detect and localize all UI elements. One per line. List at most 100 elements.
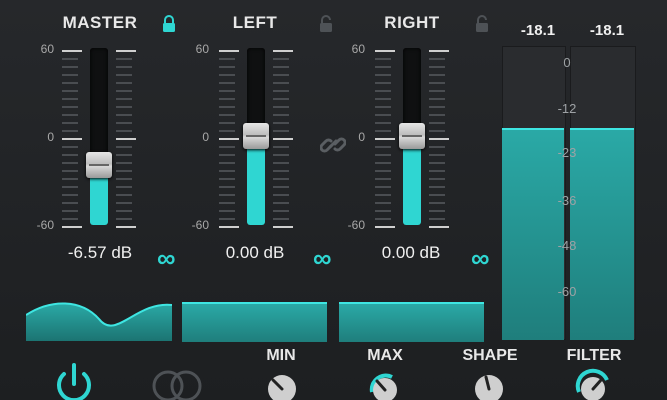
link-icon[interactable]	[320, 133, 346, 157]
minor-tick	[219, 122, 235, 124]
master-fader-strip: 60 0 -60	[30, 40, 170, 235]
minor-tick	[273, 218, 289, 220]
right-curve-panel[interactable]	[339, 302, 484, 342]
minor-tick	[219, 90, 235, 92]
left-title: LEFT	[232, 13, 278, 32]
minor-tick	[273, 106, 289, 108]
minor-tick	[429, 114, 445, 116]
major-tick	[116, 138, 136, 140]
minor-tick	[116, 186, 132, 188]
minor-tick	[116, 194, 132, 196]
lock-open-icon[interactable]	[318, 15, 334, 33]
minor-tick	[429, 98, 445, 100]
minor-tick	[62, 210, 78, 212]
minor-tick	[273, 66, 289, 68]
meter-peak-right: -18.1	[589, 22, 625, 39]
minor-tick	[273, 90, 289, 92]
minor-tick	[219, 66, 235, 68]
minor-tick	[116, 202, 132, 204]
minor-tick	[116, 170, 132, 172]
minor-tick	[219, 210, 235, 212]
minor-tick	[273, 154, 289, 156]
minor-tick	[375, 66, 391, 68]
lock-closed-icon[interactable]	[161, 15, 177, 33]
minor-tick	[375, 114, 391, 116]
minor-tick	[375, 74, 391, 76]
major-tick	[273, 50, 293, 52]
left-infinity-button[interactable]: ∞	[313, 245, 332, 271]
power-icon[interactable]	[50, 362, 98, 400]
major-tick	[273, 226, 293, 228]
minor-tick	[116, 90, 132, 92]
minor-tick	[273, 162, 289, 164]
scale-label-mid: 0	[47, 130, 54, 144]
scale-label-top: 60	[40, 42, 54, 56]
minor-tick	[116, 210, 132, 212]
left-fader-handle[interactable]	[243, 123, 269, 149]
minor-tick	[273, 122, 289, 124]
minor-tick	[116, 114, 132, 116]
minor-tick	[375, 98, 391, 100]
meter-scale-label: -36	[557, 193, 577, 208]
minor-tick	[116, 122, 132, 124]
meter-scale-label: 0	[563, 55, 571, 70]
minor-tick	[219, 130, 235, 132]
meter-scale-label: -60	[557, 284, 577, 299]
shape-knob[interactable]	[472, 372, 506, 400]
meter-scale-label: -23	[557, 145, 577, 160]
minor-tick	[62, 74, 78, 76]
major-tick	[273, 138, 293, 140]
minor-tick	[219, 74, 235, 76]
right-fader-level	[403, 144, 421, 225]
minor-tick	[429, 194, 445, 196]
minor-tick	[62, 114, 78, 116]
master-curve-panel[interactable]	[26, 297, 172, 341]
minor-tick	[62, 66, 78, 68]
right-title: RIGHT	[384, 13, 440, 32]
min-label: MIN	[266, 347, 296, 364]
minor-tick	[116, 218, 132, 220]
right-fader-strip: 60 0 -60	[341, 40, 481, 235]
minor-tick	[375, 194, 391, 196]
major-tick	[62, 226, 82, 228]
meter-scale-label: -48	[557, 238, 577, 253]
minor-tick	[429, 154, 445, 156]
minor-tick	[429, 186, 445, 188]
scale-label-bottom: -60	[191, 218, 209, 232]
max-knob[interactable]	[367, 372, 403, 400]
minor-tick	[429, 90, 445, 92]
major-tick	[429, 138, 449, 140]
filter-knob[interactable]	[573, 368, 613, 400]
minor-tick	[62, 106, 78, 108]
min-knob[interactable]	[265, 372, 299, 400]
lock-open-icon[interactable]	[474, 15, 490, 33]
minor-tick	[219, 162, 235, 164]
minor-tick	[375, 90, 391, 92]
minor-tick	[375, 122, 391, 124]
minor-tick	[429, 218, 445, 220]
minor-tick	[273, 202, 289, 204]
minor-tick	[62, 130, 78, 132]
minor-tick	[219, 98, 235, 100]
minor-tick	[219, 154, 235, 156]
minor-tick	[219, 194, 235, 196]
minor-tick	[219, 58, 235, 60]
right-fader-handle[interactable]	[399, 123, 425, 149]
major-tick	[429, 50, 449, 52]
left-curve-panel[interactable]	[182, 302, 327, 342]
right-infinity-button[interactable]: ∞	[471, 245, 490, 271]
master-fader-handle[interactable]	[86, 152, 112, 178]
stereo-link-icon[interactable]	[148, 366, 206, 400]
major-tick	[62, 138, 82, 140]
minor-tick	[62, 146, 78, 148]
minor-tick	[62, 186, 78, 188]
minor-tick	[375, 178, 391, 180]
minor-tick	[219, 218, 235, 220]
max-label: MAX	[367, 347, 403, 364]
minor-tick	[429, 106, 445, 108]
minor-tick	[219, 82, 235, 84]
minor-tick	[273, 170, 289, 172]
major-tick	[375, 226, 395, 228]
master-infinity-button[interactable]: ∞	[157, 245, 176, 271]
minor-tick	[429, 130, 445, 132]
